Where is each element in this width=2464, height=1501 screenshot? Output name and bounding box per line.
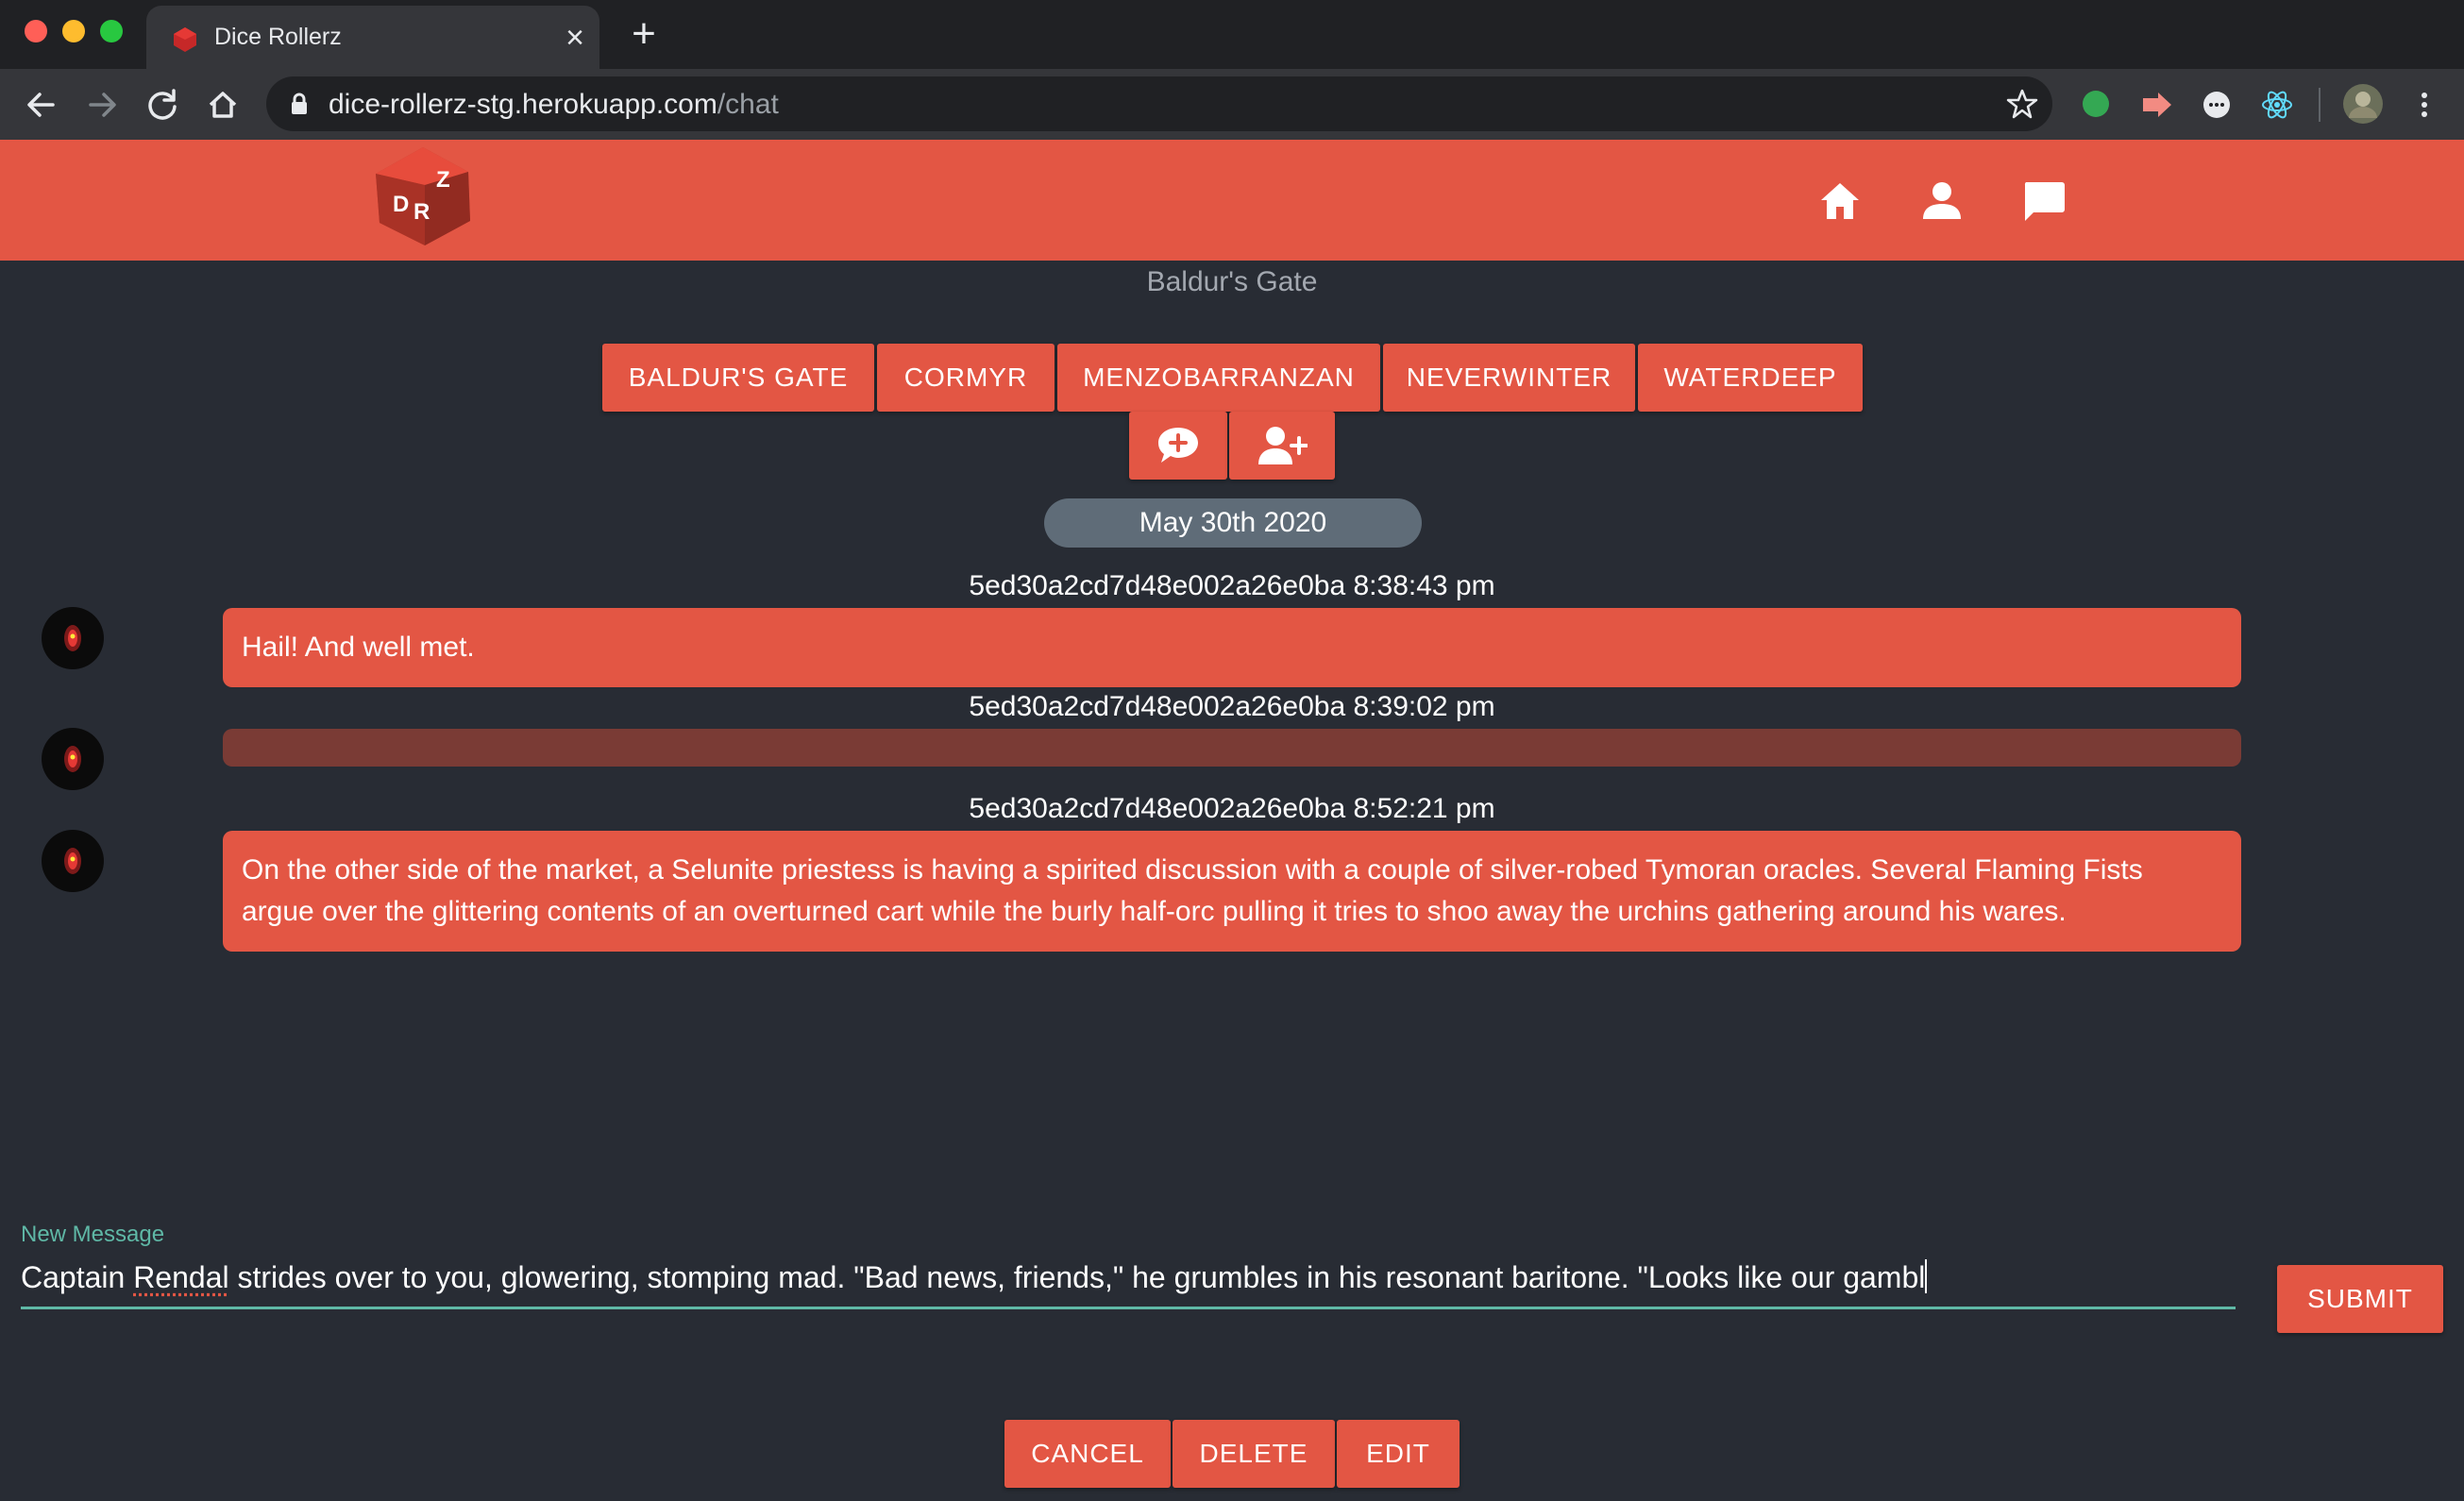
room-menzobarranzan-button[interactable]: MENZOBARRANZAN (1057, 344, 1380, 412)
extension-dots-icon[interactable] (2198, 86, 2236, 124)
date-divider: May 30th 2020 (1044, 498, 1422, 548)
back-arrow-icon[interactable] (15, 78, 68, 131)
profile-avatar-icon[interactable] (2341, 82, 2385, 126)
add-comment-icon (1158, 428, 1198, 463)
dice-favicon-icon (174, 27, 196, 52)
avatar[interactable] (42, 728, 104, 790)
dice-rollerz-logo[interactable]: D R Z (366, 143, 480, 249)
browser-tabstrip: Dice Rollerz × + (0, 0, 2464, 69)
edit-button[interactable]: EDIT (1337, 1420, 1460, 1488)
message-actions: CANCEL DELETE EDIT (1004, 1420, 1460, 1488)
avatar[interactable] (42, 607, 104, 669)
logo-letter-d: D (393, 192, 409, 217)
window-minimize-dot[interactable] (62, 20, 85, 42)
toolbar-separator (2319, 88, 2321, 122)
home-page-icon[interactable] (196, 78, 249, 131)
user-avatar-icon (64, 625, 81, 651)
text-caret (1925, 1259, 1928, 1293)
lock-icon (292, 93, 307, 114)
forward-arrow-icon[interactable] (76, 78, 128, 131)
message-meta: 5ed30a2cd7d48e002a26e0ba 8:52:21 pm (969, 793, 1495, 824)
extension-green-icon[interactable] (2077, 86, 2115, 124)
extension-arrow-icon[interactable] (2137, 86, 2175, 124)
cancel-button[interactable]: CANCEL (1004, 1420, 1171, 1488)
page-title: Baldur's Gate (1146, 266, 1318, 297)
add-user-icon (1258, 427, 1308, 464)
logo-letter-z: Z (436, 167, 450, 193)
message-meta: 5ed30a2cd7d48e002a26e0ba 8:39:02 pm (969, 691, 1495, 722)
room-actions (1129, 412, 1335, 480)
user-avatar-icon (64, 746, 81, 772)
new-message-input[interactable]: Captain Rendal strides over to you, glow… (21, 1259, 2236, 1309)
browser-menu-icon[interactable] (2405, 86, 2443, 124)
message-bubble: Hail! And well met. (223, 608, 2241, 687)
logo-letter-r: R (413, 199, 430, 225)
window-zoom-dot[interactable] (100, 20, 123, 42)
app-header: D R Z (0, 140, 2464, 261)
room-cormyr-button[interactable]: CORMYR (877, 344, 1055, 412)
message-meta: 5ed30a2cd7d48e002a26e0ba 8:38:43 pm (969, 570, 1495, 601)
reload-icon[interactable] (136, 78, 189, 131)
url-text[interactable]: dice-rollerz-stg.herokuapp.com/chat (329, 89, 779, 121)
new-message-label: New Message (21, 1222, 165, 1247)
add-user-button[interactable] (1229, 412, 1335, 480)
chat-icon[interactable] (2020, 177, 2067, 225)
react-devtools-icon[interactable] (2258, 86, 2296, 124)
user-avatar-icon (64, 848, 81, 874)
delete-button[interactable]: DELETE (1173, 1420, 1335, 1488)
message-bubble: On the other side of the market, a Selun… (223, 831, 2241, 952)
room-waterdeep-button[interactable]: WATERDEEP (1638, 344, 1863, 412)
new-tab-icon[interactable]: + (623, 13, 665, 55)
room-baldurs-gate-button[interactable]: BALDUR'S GATE (602, 344, 874, 412)
new-message-button[interactable] (1129, 412, 1227, 480)
avatar[interactable] (42, 830, 104, 892)
room-neverwinter-button[interactable]: NEVERWINTER (1383, 344, 1635, 412)
browser-toolbar: dice-rollerz-stg.herokuapp.com/chat (0, 69, 2464, 140)
tab-title: Dice Rollerz (214, 24, 342, 50)
address-bar[interactable]: dice-rollerz-stg.herokuapp.com/chat (266, 76, 2052, 131)
room-tabs: BALDUR'S GATE CORMYR MENZOBARRANZAN NEVE… (602, 344, 1863, 412)
submit-button[interactable]: SUBMIT (2277, 1265, 2443, 1333)
window-close-dot[interactable] (25, 20, 47, 42)
tab-close-icon[interactable]: × (556, 19, 594, 57)
message-bubble-empty (223, 729, 2241, 767)
browser-tab[interactable]: Dice Rollerz × (146, 6, 599, 69)
user-icon[interactable] (1918, 177, 1966, 225)
home-icon[interactable] (1816, 177, 1864, 225)
bookmark-star-icon[interactable] (2005, 87, 2039, 121)
